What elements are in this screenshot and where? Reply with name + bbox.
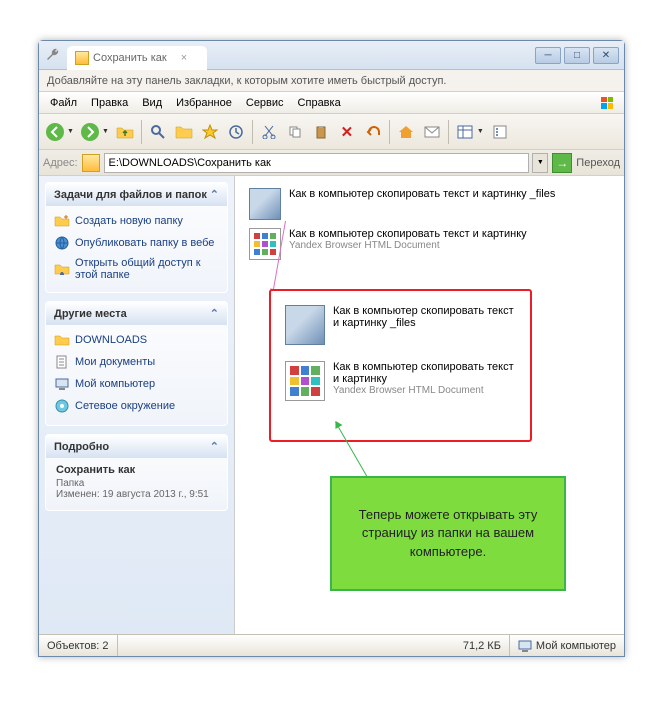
file-list: Как в компьютер скопировать текст и карт… [235,176,624,634]
maximize-button[interactable]: □ [564,47,590,64]
up-button[interactable] [113,120,137,144]
places-panel: Другие места⌃ DOWNLOADS Мои документы Мо… [45,301,228,426]
details-name: Сохранить как [56,464,217,476]
globe-icon [54,235,70,251]
menu-help[interactable]: Справка [291,94,348,112]
list-item[interactable]: Как в компьютер скопировать текст и карт… [243,224,616,264]
favorites-button[interactable] [198,120,222,144]
sidebar: Задачи для файлов и папок⌃ Создать новую… [39,176,235,634]
windows-logo-icon [594,94,620,112]
folder-icon [285,305,325,345]
menu-view[interactable]: Вид [135,94,169,112]
annotation-zoom-box: Как в компьютер скопировать текст и карт… [269,289,532,442]
bookmark-bar: Добавляйте на эту панель закладки, к кот… [39,70,624,92]
views-button[interactable] [453,120,477,144]
computer-icon [518,639,532,653]
task-share-folder[interactable]: Открыть общий доступ к этой папке [52,254,221,284]
html-file-icon [249,228,281,260]
chevron-up-icon: ⌃ [210,307,219,320]
search-button[interactable] [146,120,170,144]
home-button[interactable] [394,120,418,144]
chevron-up-icon: ⌃ [210,188,219,201]
wrench-icon [45,47,61,63]
list-item: Как в компьютер скопировать текст и карт… [277,297,524,353]
address-bar: Адрес: E:\DOWNLOADS\Сохранить как ▼ → Пе… [39,150,624,176]
menu-bar: Файл Правка Вид Избранное Сервис Справка [39,92,624,114]
undo-button[interactable] [361,120,385,144]
task-new-folder[interactable]: Создать новую папку [52,210,221,232]
address-label: Адрес: [43,157,78,169]
close-button[interactable]: ✕ [593,47,619,64]
toolbar: ▼ ▼ ✕ ▼ [39,114,624,150]
tab-close-icon[interactable]: × [181,52,187,64]
go-label: Переход [576,157,620,169]
details-type: Папка [56,478,217,489]
folder-icon [54,332,70,348]
chevron-up-icon: ⌃ [210,440,219,453]
details-panel: Подробно⌃ Сохранить как Папка Изменен: 1… [45,434,228,511]
minimize-button[interactable]: ─ [535,47,561,64]
status-bar: Объектов: 2 71,2 КБ Мой компьютер [39,634,624,656]
forward-button[interactable] [78,120,102,144]
task-publish-web[interactable]: Опубликовать папку в вебе [52,232,221,254]
folder-icon [82,154,100,172]
delete-button[interactable]: ✕ [335,120,359,144]
new-folder-icon [54,213,70,229]
history-button[interactable] [224,120,248,144]
annotation-callout: Теперь можете открывать эту страницу из … [330,476,566,591]
documents-icon [54,354,70,370]
folders-button[interactable] [172,120,196,144]
tasks-panel: Задачи для файлов и папок⌃ Создать новую… [45,182,228,293]
menu-favorites[interactable]: Избранное [169,94,239,112]
html-file-icon [285,361,325,401]
address-input[interactable]: E:\DOWNLOADS\Сохранить как [104,153,530,173]
explorer-window: Сохранить как × ─ □ ✕ Добавляйте на эту … [38,40,625,657]
folder-icon [75,51,89,65]
back-button[interactable] [43,120,67,144]
address-dropdown-icon[interactable]: ▼ [532,153,548,173]
status-objects: Объектов: 2 [39,635,118,656]
forward-dropdown-icon[interactable]: ▼ [102,128,109,135]
menu-file[interactable]: Файл [43,94,84,112]
cut-button[interactable] [257,120,281,144]
menu-edit[interactable]: Правка [84,94,135,112]
list-item[interactable]: Как в компьютер скопировать текст и карт… [243,184,616,224]
tab-title: Сохранить как [93,52,167,64]
tasks-panel-header[interactable]: Задачи для файлов и папок⌃ [46,183,227,206]
mail-button[interactable] [420,120,444,144]
titlebar: Сохранить как × ─ □ ✕ [39,41,624,70]
properties-button[interactable] [488,120,512,144]
list-item: Как в компьютер скопировать текст и карт… [277,353,524,409]
network-icon [54,398,70,414]
views-dropdown-icon[interactable]: ▼ [477,128,484,135]
paste-button[interactable] [309,120,333,144]
status-location: Мой компьютер [510,635,624,656]
folder-icon [249,188,281,220]
bookmark-hint: Добавляйте на эту панель закладки, к кот… [47,75,446,87]
browser-tab[interactable]: Сохранить как × [67,46,207,70]
place-network[interactable]: Сетевое окружение [52,395,221,417]
back-dropdown-icon[interactable]: ▼ [67,128,74,135]
details-modified: Изменен: 19 августа 2013 г., 9:51 [56,489,217,500]
status-size: 71,2 КБ [455,635,510,656]
details-panel-header[interactable]: Подробно⌃ [46,435,227,458]
place-downloads[interactable]: DOWNLOADS [52,329,221,351]
copy-button[interactable] [283,120,307,144]
share-icon [54,261,70,277]
computer-icon [54,376,70,392]
places-panel-header[interactable]: Другие места⌃ [46,302,227,325]
place-computer[interactable]: Мой компьютер [52,373,221,395]
place-documents[interactable]: Мои документы [52,351,221,373]
menu-tools[interactable]: Сервис [239,94,291,112]
go-button[interactable]: → [552,153,572,173]
